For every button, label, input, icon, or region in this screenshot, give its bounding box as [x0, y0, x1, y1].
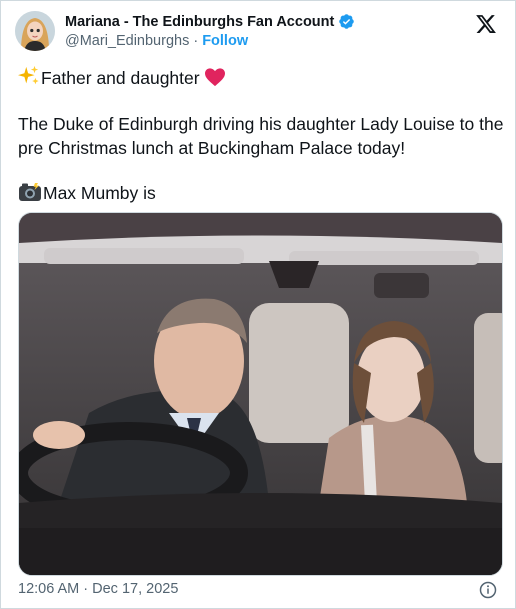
red-heart-emoji-icon [204, 67, 226, 93]
author-display-name[interactable]: Mariana - The Edinburghs Fan Account [65, 14, 334, 30]
tweet-photo[interactable] [18, 212, 503, 576]
follow-button[interactable]: Follow [202, 33, 248, 49]
avatar[interactable] [15, 11, 55, 51]
x-logo-icon[interactable] [475, 13, 497, 35]
info-icon[interactable] [479, 581, 497, 599]
tweet-line-3-text: Max Mumby is [43, 183, 156, 203]
verified-badge-icon [338, 13, 355, 30]
author-name-row[interactable]: Mariana - The Edinburghs Fan Account [65, 13, 355, 30]
tweet-text-line-3: Max Mumby is [18, 181, 504, 208]
tweet-text-line-2: The Duke of Edinburgh driving his daught… [18, 114, 504, 158]
tweet-timestamp[interactable]: 12:06 AM · Dec 17, 2025 [18, 581, 178, 597]
tweet-text-line-1: Father and daughter [18, 65, 504, 93]
tweet-card: Mariana - The Edinburghs Fan Account @Ma… [0, 0, 516, 609]
handle-separator: · [193, 33, 199, 49]
author-handle[interactable]: @Mari_Edinburghs [65, 33, 189, 49]
tweet-line-1-text: Father and daughter [41, 68, 200, 88]
sparkles-emoji-icon [18, 65, 40, 93]
author-handle-row: @Mari_Edinburghs · Follow [65, 33, 248, 49]
camera-flash-emoji-icon [18, 182, 42, 208]
